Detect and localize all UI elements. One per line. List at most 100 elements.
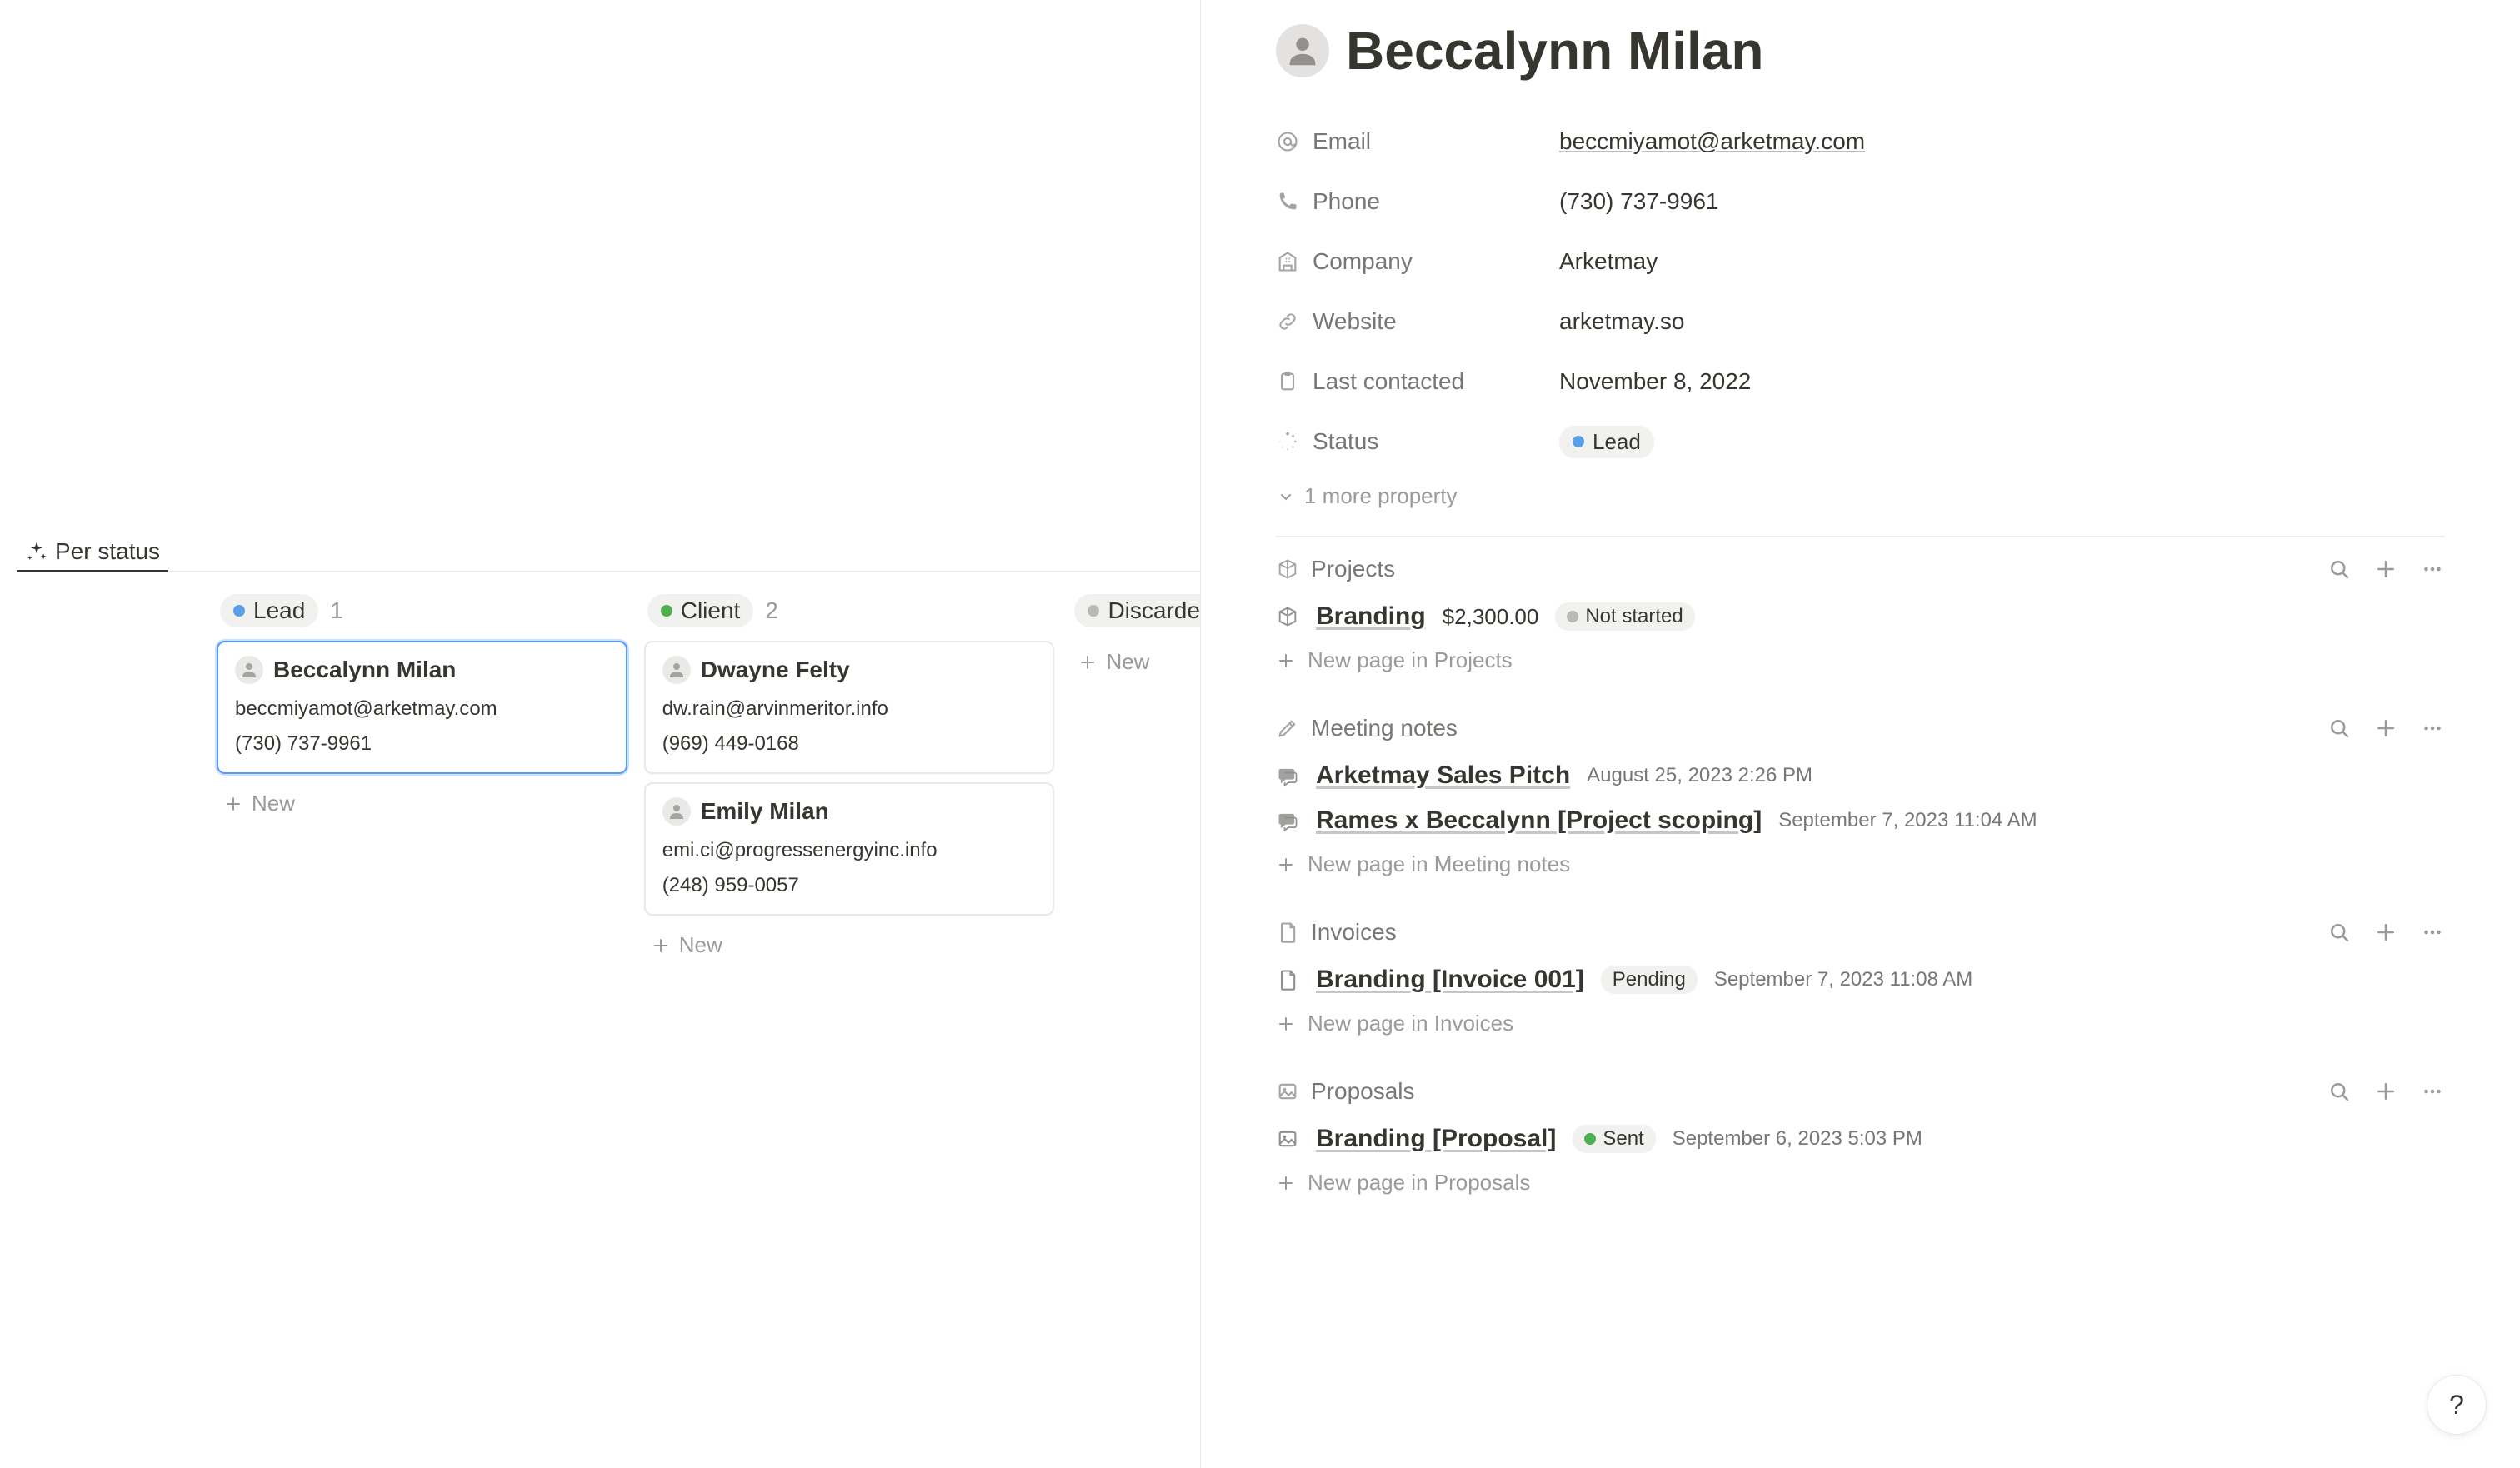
view-tab-per-status[interactable]: Per status — [17, 533, 168, 572]
search-icon[interactable] — [2327, 920, 2352, 945]
card-dwayne-felty[interactable]: Dwayne Felty dw.rain@arvinmeritor.info (… — [644, 641, 1055, 774]
status-pill-discarded: Discarded — [1074, 594, 1200, 627]
new-page-invoices[interactable]: New page in Invoices — [1276, 1002, 2445, 1045]
prop-label-text: Last contacted — [1312, 368, 1464, 395]
card-phone: (730) 737-9961 — [235, 732, 609, 756]
new-page-label: New page in Meeting notes — [1308, 851, 1570, 877]
prop-label-text: Company — [1312, 248, 1412, 275]
property-phone[interactable]: Phone (730) 737-9961 — [1276, 172, 2445, 232]
status-pill-client: Client — [648, 594, 754, 627]
property-email[interactable]: Email beccmiyamot@arketmay.com — [1276, 112, 2445, 172]
pill-text: Pending — [1612, 968, 1686, 991]
status-tag-text: Lead — [1592, 429, 1641, 455]
meeting-note-item[interactable]: Rames x Beccalynn [Project scoping] Sept… — [1276, 798, 2445, 843]
prop-value[interactable]: (730) 737-9961 — [1559, 188, 1718, 215]
cube-icon — [1276, 557, 1299, 581]
section-title[interactable]: Projects — [1276, 556, 1395, 582]
more-icon[interactable] — [2420, 920, 2445, 945]
column-header[interactable]: Client 2 — [644, 589, 1055, 632]
section-divider — [1276, 536, 2445, 537]
prop-value[interactable]: beccmiyamot@arketmay.com — [1559, 128, 1865, 155]
contact-name[interactable]: Beccalynn Milan — [1346, 20, 1764, 82]
more-properties-toggle[interactable]: 1 more property — [1276, 472, 2445, 509]
item-title: Branding — [1316, 602, 1426, 631]
section-title[interactable]: Meeting notes — [1276, 715, 1458, 741]
item-date: September 6, 2023 5:03 PM — [1672, 1127, 1922, 1151]
chevron-down-icon — [1276, 487, 1296, 507]
help-button[interactable]: ? — [2427, 1375, 2487, 1435]
section-header-proposals: Proposals — [1276, 1078, 2445, 1105]
person-icon — [235, 656, 263, 684]
card-email: dw.rain@arvinmeritor.info — [662, 697, 1037, 721]
avatar[interactable] — [1276, 24, 1329, 77]
new-page-meeting-notes[interactable]: New page in Meeting notes — [1276, 843, 2445, 886]
property-last-contacted[interactable]: Last contacted November 8, 2022 — [1276, 352, 2445, 412]
card-title: Emily Milan — [662, 797, 1037, 826]
loader-icon — [1276, 430, 1299, 453]
card-beccalynn-milan[interactable]: Beccalynn Milan beccmiyamot@arketmay.com… — [217, 641, 628, 774]
plus-icon[interactable] — [2373, 1079, 2398, 1104]
column-header[interactable]: Lead 1 — [217, 589, 628, 632]
plus-icon[interactable] — [2373, 920, 2398, 945]
dot-icon — [661, 605, 672, 617]
image-icon — [1276, 1127, 1299, 1151]
pill-text: Not started — [1585, 605, 1682, 628]
column-header[interactable]: Discarded — [1071, 589, 1200, 632]
more-icon[interactable] — [2420, 1079, 2445, 1104]
new-card-button[interactable]: New — [1071, 641, 1200, 683]
new-page-projects[interactable]: New page in Projects — [1276, 639, 2445, 682]
property-website[interactable]: Website arketmay.so — [1276, 292, 2445, 352]
prop-value[interactable]: November 8, 2022 — [1559, 368, 1751, 395]
search-icon[interactable] — [2327, 716, 2352, 741]
chat-icon — [1276, 764, 1299, 787]
status-tag: Lead — [1559, 426, 1654, 458]
person-icon — [662, 797, 691, 826]
project-item[interactable]: Branding $2,300.00 Not started — [1276, 594, 2445, 639]
contact-header: Beccalynn Milan — [1276, 20, 2445, 82]
property-company[interactable]: Company Arketmay — [1276, 232, 2445, 292]
prop-value[interactable]: Lead — [1559, 426, 1654, 458]
item-title: Rames x Beccalynn [Project scoping] — [1316, 806, 1762, 835]
dot-icon — [233, 605, 245, 617]
property-status[interactable]: Status Lead — [1276, 412, 2445, 472]
status-pill-lead: Lead — [220, 594, 318, 627]
person-icon — [662, 656, 691, 684]
item-title: Branding [Invoice 001] — [1316, 966, 1584, 994]
search-icon[interactable] — [2327, 1079, 2352, 1104]
plus-icon — [223, 794, 243, 814]
section-title-text: Invoices — [1311, 919, 1397, 946]
meeting-note-item[interactable]: Arketmay Sales Pitch August 25, 2023 2:2… — [1276, 753, 2445, 798]
prop-label-text: Email — [1312, 128, 1371, 155]
card-emily-milan[interactable]: Emily Milan emi.ci@progressenergyinc.inf… — [644, 782, 1055, 916]
pencil-icon — [1276, 717, 1299, 740]
plus-icon — [1276, 1014, 1296, 1034]
prop-value[interactable]: Arketmay — [1559, 248, 1658, 275]
plus-icon[interactable] — [2373, 716, 2398, 741]
status-label: Lead — [253, 597, 305, 624]
new-card-button[interactable]: New — [644, 924, 1055, 966]
item-date: September 7, 2023 11:08 AM — [1714, 968, 1972, 991]
view-tab-label: Per status — [55, 538, 160, 565]
item-status-pill: Pending — [1601, 966, 1698, 994]
section-title[interactable]: Proposals — [1276, 1078, 1415, 1105]
proposal-item[interactable]: Branding [Proposal] Sent September 6, 20… — [1276, 1116, 2445, 1161]
cube-icon — [1276, 605, 1299, 628]
search-icon[interactable] — [2327, 557, 2352, 582]
new-card-button[interactable]: New — [217, 782, 628, 825]
prop-value[interactable]: arketmay.so — [1559, 308, 1684, 335]
invoice-item[interactable]: Branding [Invoice 001] Pending September… — [1276, 957, 2445, 1002]
new-page-proposals[interactable]: New page in Proposals — [1276, 1161, 2445, 1204]
more-icon[interactable] — [2420, 716, 2445, 741]
more-icon[interactable] — [2420, 557, 2445, 582]
more-properties-label: 1 more property — [1304, 483, 1458, 509]
at-icon — [1276, 130, 1299, 153]
item-date: August 25, 2023 2:26 PM — [1587, 764, 1812, 787]
person-icon — [1283, 32, 1322, 70]
card-name: Emily Milan — [701, 798, 829, 825]
column-client: Client 2 Dwayne Felty dw.rain@arvinmerit… — [644, 589, 1055, 966]
plus-icon[interactable] — [2373, 557, 2398, 582]
card-name: Beccalynn Milan — [273, 657, 456, 683]
item-date: September 7, 2023 11:04 AM — [1778, 809, 2037, 832]
item-status-pill: Sent — [1572, 1125, 1655, 1153]
section-title[interactable]: Invoices — [1276, 919, 1397, 946]
